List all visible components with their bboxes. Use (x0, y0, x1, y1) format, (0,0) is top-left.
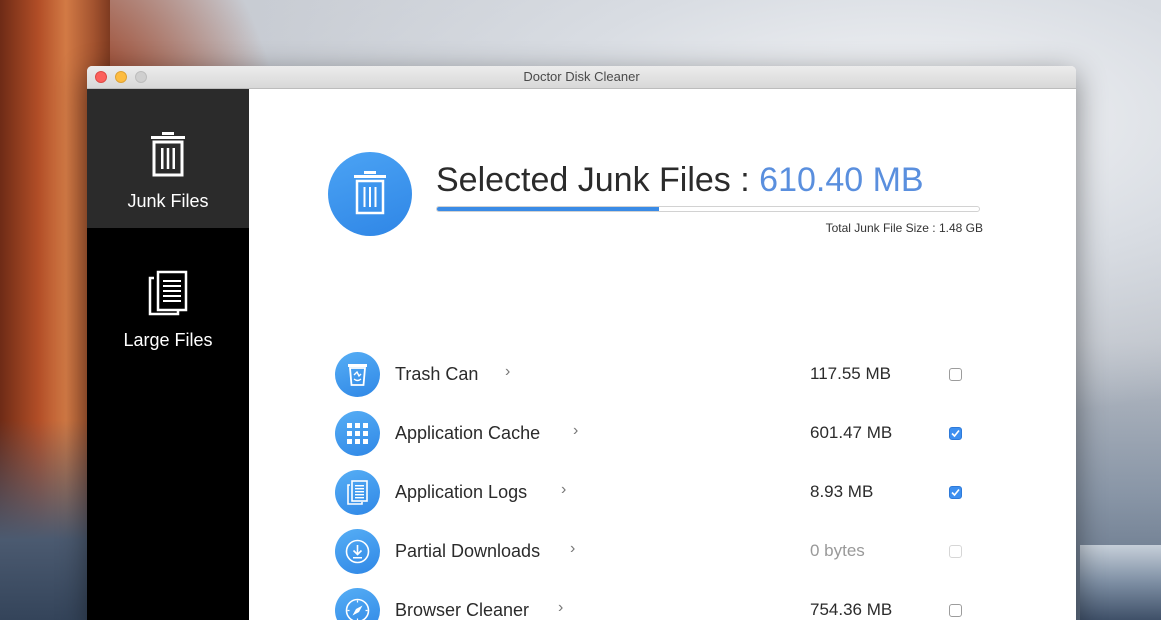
wallpaper-mountain (1080, 545, 1161, 620)
category-label: Browser Cleaner (395, 600, 530, 620)
chevron-right-icon[interactable]: › (561, 481, 566, 499)
checkmark-icon (951, 488, 960, 497)
list-item-trash-can[interactable]: Trash Can › 117.55 MB (335, 352, 975, 398)
category-label: Partial Downloads (395, 541, 541, 561)
list-item-application-logs[interactable]: Application Logs › 8.93 MB (335, 470, 975, 516)
title-bar[interactable]: Doctor Disk Cleaner (87, 66, 1076, 89)
chevron-right-icon[interactable]: › (558, 599, 563, 617)
trash-can-icon (335, 352, 380, 397)
chevron-right-icon[interactable]: › (570, 540, 575, 558)
category-label: Application Cache (395, 423, 541, 443)
category-size: 601.47 MB (810, 423, 893, 442)
app-window: Doctor Disk Cleaner Junk Files Large Fil… (87, 66, 1076, 620)
total-junk-size: Total Junk File Size : 1.48 GB (825, 221, 983, 235)
selected-size-value: 610.40 MB (759, 161, 924, 199)
category-label: Application Logs (395, 482, 528, 502)
summary-trash-badge (328, 152, 412, 236)
category-size: 0 bytes (810, 541, 865, 560)
sidebar-item-label: Junk Files (127, 191, 209, 211)
window-title: Doctor Disk Cleaner (523, 69, 640, 84)
trash-icon (354, 171, 386, 215)
category-checkbox[interactable] (949, 604, 962, 617)
progress-fill (437, 207, 660, 211)
category-size: 117.55 MB (810, 364, 891, 383)
sidebar-item-large-files[interactable]: Large Files (87, 228, 249, 367)
trash-icon (151, 132, 185, 177)
chevron-right-icon[interactable]: › (573, 422, 578, 440)
category-checkbox[interactable] (949, 427, 962, 440)
logs-icon (335, 470, 380, 515)
category-size: 754.36 MB (810, 600, 893, 619)
documents-icon (148, 270, 188, 316)
category-label: Trash Can (395, 364, 479, 384)
category-checkbox[interactable] (949, 545, 962, 558)
category-checkbox[interactable] (949, 368, 962, 381)
list-item-partial-downloads[interactable]: Partial Downloads › 0 bytes (335, 529, 975, 575)
selection-progress-bar (436, 206, 980, 212)
list-item-application-cache[interactable]: Application Cache › 601.47 MB (335, 411, 975, 457)
download-icon (335, 529, 380, 574)
sidebar: Junk Files Large Files (87, 89, 249, 620)
list-item-browser-cleaner[interactable]: Browser Cleaner › 754.36 MB (335, 588, 975, 620)
category-size: 8.93 MB (810, 482, 874, 501)
chevron-right-icon[interactable]: › (505, 363, 510, 381)
grid-icon (335, 411, 380, 456)
category-checkbox[interactable] (949, 486, 962, 499)
page-title: Selected Junk Files : 610.40 MB (436, 161, 924, 200)
summary-title-prefix: Selected Junk Files : (436, 161, 760, 199)
compass-icon (335, 588, 380, 620)
main-panel: Selected Junk Files : 610.40 MB Total Ju… (249, 89, 1076, 620)
sidebar-item-junk-files[interactable]: Junk Files (87, 89, 249, 228)
checkmark-icon (951, 429, 960, 438)
sidebar-item-label: Large Files (123, 330, 213, 350)
